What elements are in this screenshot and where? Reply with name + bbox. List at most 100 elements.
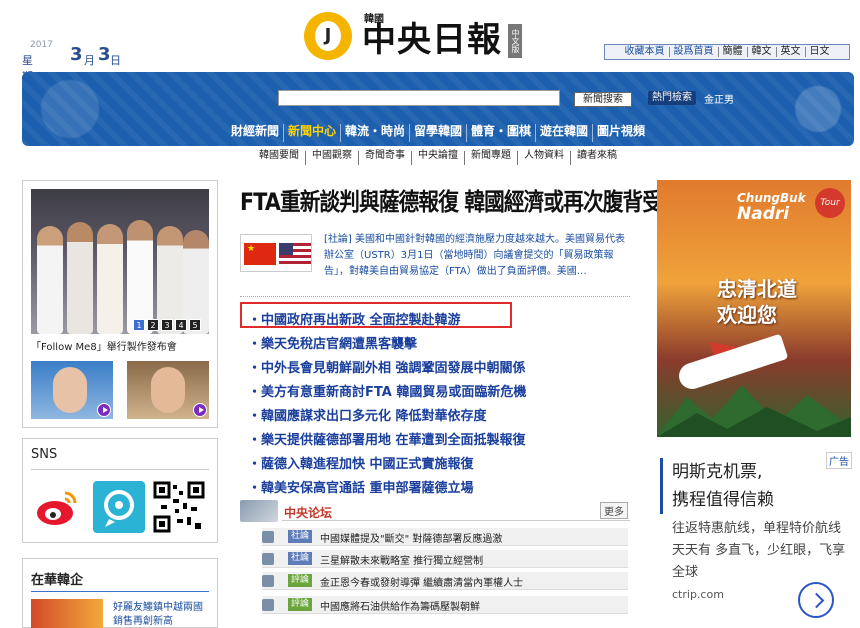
news-item[interactable]: ・中國政府再出新政 全面控製赴韓游 — [248, 309, 628, 328]
news-item[interactable]: ・中外長會見朝鮮副外相 強調鞏固發展中朝關係 — [248, 357, 628, 376]
link-japanese[interactable]: 日文 — [806, 47, 834, 57]
subnav-korea-news[interactable]: 韓國要聞 — [253, 151, 306, 165]
date-day-unit: 日 — [110, 54, 121, 67]
date-month-unit: 月 — [84, 54, 95, 67]
logo-name: 中央日報 — [362, 20, 502, 60]
nav-news-center[interactable]: 新聞中心 — [284, 124, 341, 142]
mountain-graphic — [657, 385, 851, 437]
weibo-icon[interactable] — [31, 481, 83, 533]
hot-search-item[interactable]: 金正男 — [704, 91, 734, 106]
date-day: 3 — [98, 44, 111, 65]
forum-item-title: 中國媒體提及"斷交" 對薩德部署反應過激 — [320, 534, 503, 545]
subnav-forum[interactable]: 中央論擅 — [412, 151, 465, 165]
photo-figure — [127, 220, 153, 334]
video-thumb-2[interactable] — [127, 361, 209, 419]
link-set-homepage[interactable]: 設爲首頁 — [670, 47, 719, 57]
slide-dot-1[interactable]: 1 — [133, 319, 145, 331]
photo-caption[interactable]: 「Follow Me8」舉行製作發布會 — [31, 338, 177, 353]
subnav-reader[interactable]: 讀者來稿 — [571, 151, 623, 165]
news-item[interactable]: ・樂天免稅店官網遭黑客襲擊 — [248, 333, 628, 352]
link-simplified[interactable]: 簡體 — [719, 47, 748, 57]
forum-row[interactable]: 社論 中國媒體提及"斷交" 對薩德部署反應過激 — [262, 528, 628, 546]
sns-title: SNS — [31, 447, 58, 462]
ad-accent-bar — [660, 458, 663, 514]
link-korean[interactable]: 韓文 — [748, 47, 777, 57]
forum-item-title: 金正恩今春或發射導彈 繼續肅清當內軍權人士 — [320, 578, 524, 589]
slide-dot-2[interactable]: 2 — [147, 319, 159, 331]
search-input[interactable] — [278, 90, 560, 106]
forum-tag: 社論 — [288, 530, 312, 543]
video-thumb-1[interactable] — [31, 361, 113, 419]
ad-source: ctrip.com — [672, 588, 724, 601]
forum-item-title: 中國應將石油供給作為籌碼壓製朝鮮 — [320, 602, 480, 613]
speech-icon — [262, 599, 274, 611]
news-item[interactable]: ・薩德入韓進程加快 中國正式實施報復 — [248, 453, 628, 472]
nav-study[interactable]: 留學韓國 — [410, 124, 467, 142]
subnav-people[interactable]: 人物資料 — [518, 151, 571, 165]
nav-travel[interactable]: 遊在韓國 — [536, 124, 594, 142]
top-headline[interactable]: FTA重新談判與薩德報復 韓國經濟或再次腹背受敵 — [240, 182, 683, 217]
sns-box: SNS — [22, 438, 218, 543]
subnav-specials[interactable]: 新聞專題 — [465, 151, 518, 165]
subnav-odd-news[interactable]: 奇聞奇事 — [359, 151, 412, 165]
photo-figure — [67, 222, 93, 334]
play-icon — [97, 403, 111, 417]
forum-row[interactable]: 社論 三星解散未來戰略室 推行獨立經營制 — [262, 550, 628, 568]
flags-image — [240, 234, 312, 272]
qr-code-icon[interactable] — [153, 481, 205, 533]
forum-more-link[interactable]: 更多 — [600, 502, 628, 519]
slide-dot-4[interactable]: 4 — [175, 319, 187, 331]
subnav-china-watch[interactable]: 中國觀察 — [306, 151, 359, 165]
link-bookmark[interactable]: 收藏本頁 — [621, 47, 670, 57]
thumb-face — [151, 367, 185, 413]
page: 2017 星期五 3 月 3 日 J 韓國 中央日報 中文版 收藏本頁 設爲首頁… — [0, 0, 860, 628]
speech-icon — [262, 553, 274, 565]
logo-edition: 中文版 — [508, 24, 522, 58]
ad-label: 广告 — [826, 452, 852, 469]
forum-icon — [240, 500, 278, 522]
zaihua-item[interactable]: 好麗友鱷鎮中越兩國 銷售再創新高 — [113, 601, 203, 628]
slide-dot-5[interactable]: 5 — [189, 319, 201, 331]
zaihua-item-line1: 好麗友鱷鎮中越兩國 — [113, 602, 203, 613]
link-english[interactable]: 英文 — [777, 47, 806, 57]
us-flag-icon — [279, 243, 311, 265]
zaihua-box: 在華韓企 好麗友鱷鎮中越兩國 銷售再創新高 — [22, 558, 218, 628]
chevron-right-icon[interactable] — [798, 582, 834, 618]
forum-row[interactable]: 評論 金正恩今春或發射導彈 繼續肅清當內軍權人士 — [262, 572, 628, 590]
zaihua-item-line2: 銷售再創新高 — [113, 616, 173, 627]
photo-figure — [37, 226, 63, 334]
ctrip-ad[interactable]: 广告 明斯克机票, 携程值得信赖 往返特惠航线，单程特价航线天天有 多直飞，少红眼… — [660, 450, 854, 628]
slide-dot-3[interactable]: 3 — [161, 319, 173, 331]
play-icon — [193, 403, 207, 417]
speech-icon — [262, 575, 274, 587]
forum-tag: 評論 — [288, 598, 312, 611]
news-item[interactable]: ・美方有意重新商討FTA 韓國貿易或面臨新危機 — [248, 381, 628, 400]
news-item[interactable]: ・樂天提供薩德部署用地 在華遭到全面抵製報復 — [248, 429, 628, 448]
ad-brand-nadri: Nadri — [737, 204, 790, 224]
ad-headline-line1: 明斯克机票, — [672, 462, 763, 482]
nav-hallyu[interactable]: 韓流・時尚 — [341, 124, 410, 142]
divider — [240, 296, 630, 297]
forum-tag: 社論 — [288, 552, 312, 565]
main-nav: 財經新聞 新聞中心 韓流・時尚 留學韓國 體育・圍棋 遊在韓國 圖片視頻 — [22, 124, 854, 142]
logo-letter: J — [315, 21, 341, 51]
china-flag-icon — [244, 243, 276, 265]
forum-row[interactable]: 評論 中國應將石油供給作為籌碼壓製朝鮮 — [262, 596, 628, 614]
chungbuk-tour-ad[interactable]: ChungBuk Nadri Tour 忠清北道 欢迎您 — [657, 180, 851, 437]
ad-tour-badge: Tour — [815, 188, 845, 218]
nav-finance[interactable]: 財經新聞 — [227, 124, 284, 142]
zaihua-thumb[interactable] — [31, 599, 103, 628]
ad-brand: ChungBuk Nadri — [737, 190, 817, 230]
featured-photo[interactable]: 1 2 3 4 5 — [31, 189, 209, 334]
featured-article[interactable]: [社論] 美國和中國針對韓國的經濟施壓力度越來越大。美國貿易代表辦公室（USTR… — [240, 228, 630, 284]
ad-headline: 明斯克机票, 携程值得信赖 — [672, 458, 774, 514]
news-item[interactable]: ・韓美安保高官通話 重申部署薩德立場 — [248, 477, 628, 496]
chat-app-icon[interactable] — [93, 481, 145, 533]
news-item[interactable]: ・韓國應謀求出口多元化 降低對華依存度 — [248, 405, 628, 424]
ad-welcome-line1: 忠清北道 — [717, 277, 797, 301]
nav-sports[interactable]: 體育・圍棋 — [467, 124, 537, 142]
forum-title: 中央论坛 — [284, 506, 333, 520]
search-button[interactable]: 新聞搜索 — [574, 92, 632, 107]
nav-media[interactable]: 圖片視頻 — [593, 124, 649, 142]
site-logo[interactable]: J 韓國 中央日報 中文版 — [304, 10, 524, 62]
